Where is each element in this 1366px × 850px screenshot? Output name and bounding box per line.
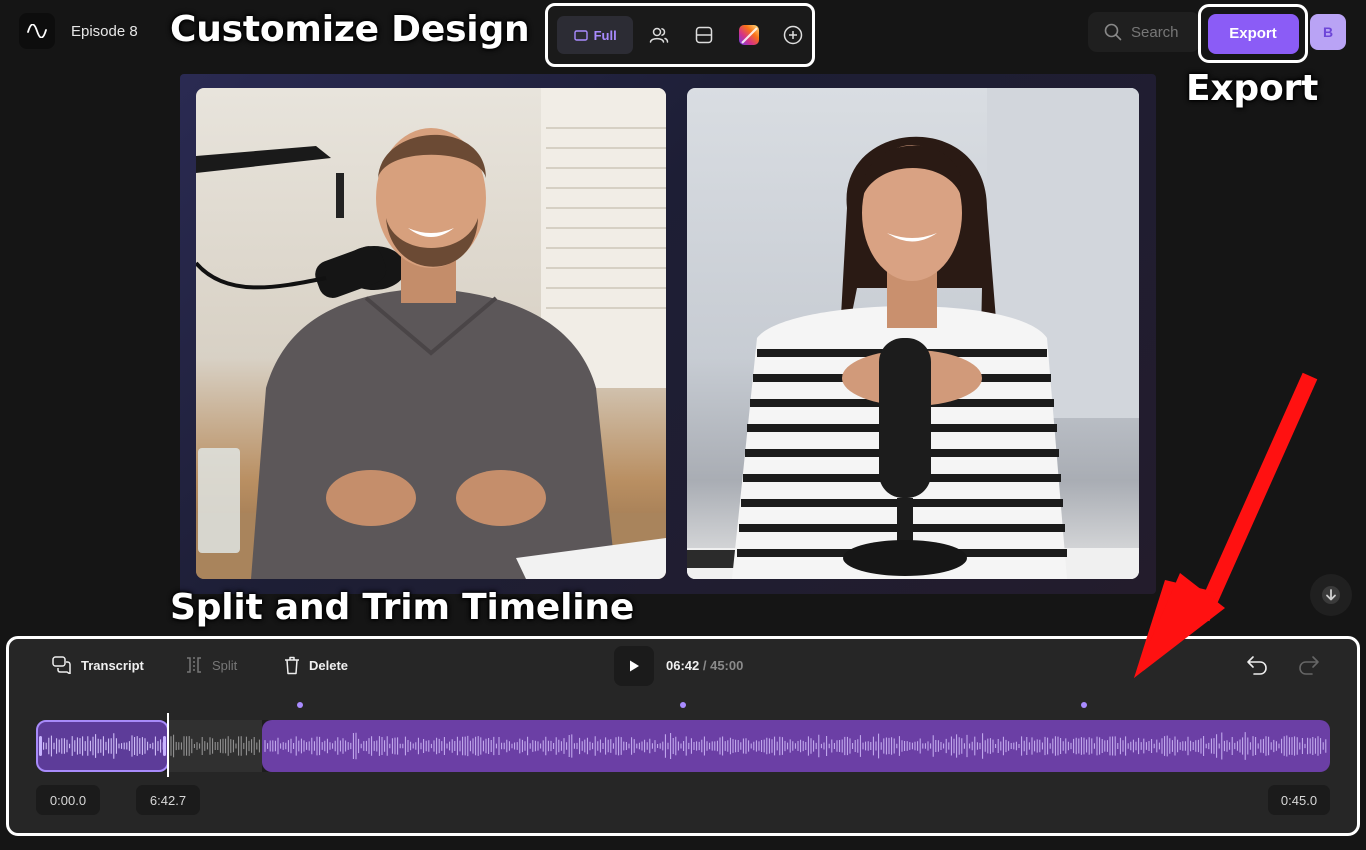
trim-handle-right[interactable] xyxy=(163,736,166,756)
waveform xyxy=(170,734,260,758)
annotation-split-trim: Split and Trim Timeline xyxy=(170,587,635,628)
speaker-video-left xyxy=(196,88,666,579)
waveform xyxy=(264,732,1327,760)
app-logo[interactable] xyxy=(19,13,55,49)
background-gradient-button[interactable] xyxy=(730,16,768,54)
timeline-clip-segment[interactable] xyxy=(262,720,1330,772)
timeline-marker[interactable] xyxy=(680,702,686,708)
layout-split-button[interactable] xyxy=(685,16,723,54)
timeline-marker[interactable] xyxy=(1081,702,1087,708)
split-label: Split xyxy=(212,657,238,673)
layout-speakers-button[interactable] xyxy=(640,16,678,54)
delete-label: Delete xyxy=(309,658,349,673)
annotation-customize-design: Customize Design xyxy=(170,9,530,50)
transcript-button[interactable]: Transcript xyxy=(52,656,144,674)
time-separator: / xyxy=(699,658,711,673)
split-icon xyxy=(187,657,201,673)
layout-full-button[interactable]: Full xyxy=(557,16,634,54)
gradient-background-icon xyxy=(738,25,759,45)
search-input[interactable]: Search xyxy=(1088,12,1200,52)
full-layout-icon xyxy=(573,29,588,41)
timeline-marker[interactable] xyxy=(297,702,303,708)
delete-button[interactable]: Delete xyxy=(284,656,348,675)
speaker-video-right xyxy=(687,88,1139,579)
camera-feed-right[interactable] xyxy=(687,88,1139,579)
annotation-export: Export xyxy=(1186,68,1319,109)
search-icon xyxy=(1104,23,1122,41)
layout-toolbar: Full xyxy=(545,3,815,67)
timeline-selected-segment[interactable] xyxy=(36,720,169,772)
waveform-logo-icon xyxy=(27,24,47,38)
export-highlight: Export xyxy=(1198,4,1308,63)
camera-feed-left[interactable] xyxy=(196,88,666,579)
episode-title[interactable]: Episode 8 xyxy=(71,23,138,40)
layout-full-label: Full xyxy=(593,27,617,43)
time-chip-playhead: 6:42.7 xyxy=(136,785,200,815)
speakers-layout-icon xyxy=(649,27,669,43)
time-chip-start: 0:00.0 xyxy=(36,785,100,815)
current-time: 06:42 xyxy=(666,658,700,673)
play-button[interactable] xyxy=(614,646,654,686)
waveform xyxy=(40,733,164,759)
chat-bubbles-icon xyxy=(52,656,71,674)
time-chip-end: 0:45.0 xyxy=(1268,785,1330,815)
split-layout-icon xyxy=(695,26,713,44)
trash-icon xyxy=(285,656,299,675)
total-time: 45:00 xyxy=(710,658,744,673)
search-placeholder: Search xyxy=(1131,23,1179,41)
add-layout-button[interactable] xyxy=(774,16,812,54)
play-icon xyxy=(630,660,639,672)
playback-time: 06:42 / 45:00 xyxy=(666,658,743,673)
trim-handle-left[interactable] xyxy=(39,736,42,756)
user-avatar[interactable]: B xyxy=(1310,14,1346,50)
split-button[interactable]: Split xyxy=(185,656,237,674)
playhead[interactable] xyxy=(167,713,169,777)
annotation-arrow xyxy=(1134,372,1318,678)
transcript-label: Transcript xyxy=(81,657,144,673)
export-button[interactable]: Export xyxy=(1207,13,1299,54)
add-icon xyxy=(783,25,803,45)
timeline-gap-segment[interactable] xyxy=(168,720,262,772)
